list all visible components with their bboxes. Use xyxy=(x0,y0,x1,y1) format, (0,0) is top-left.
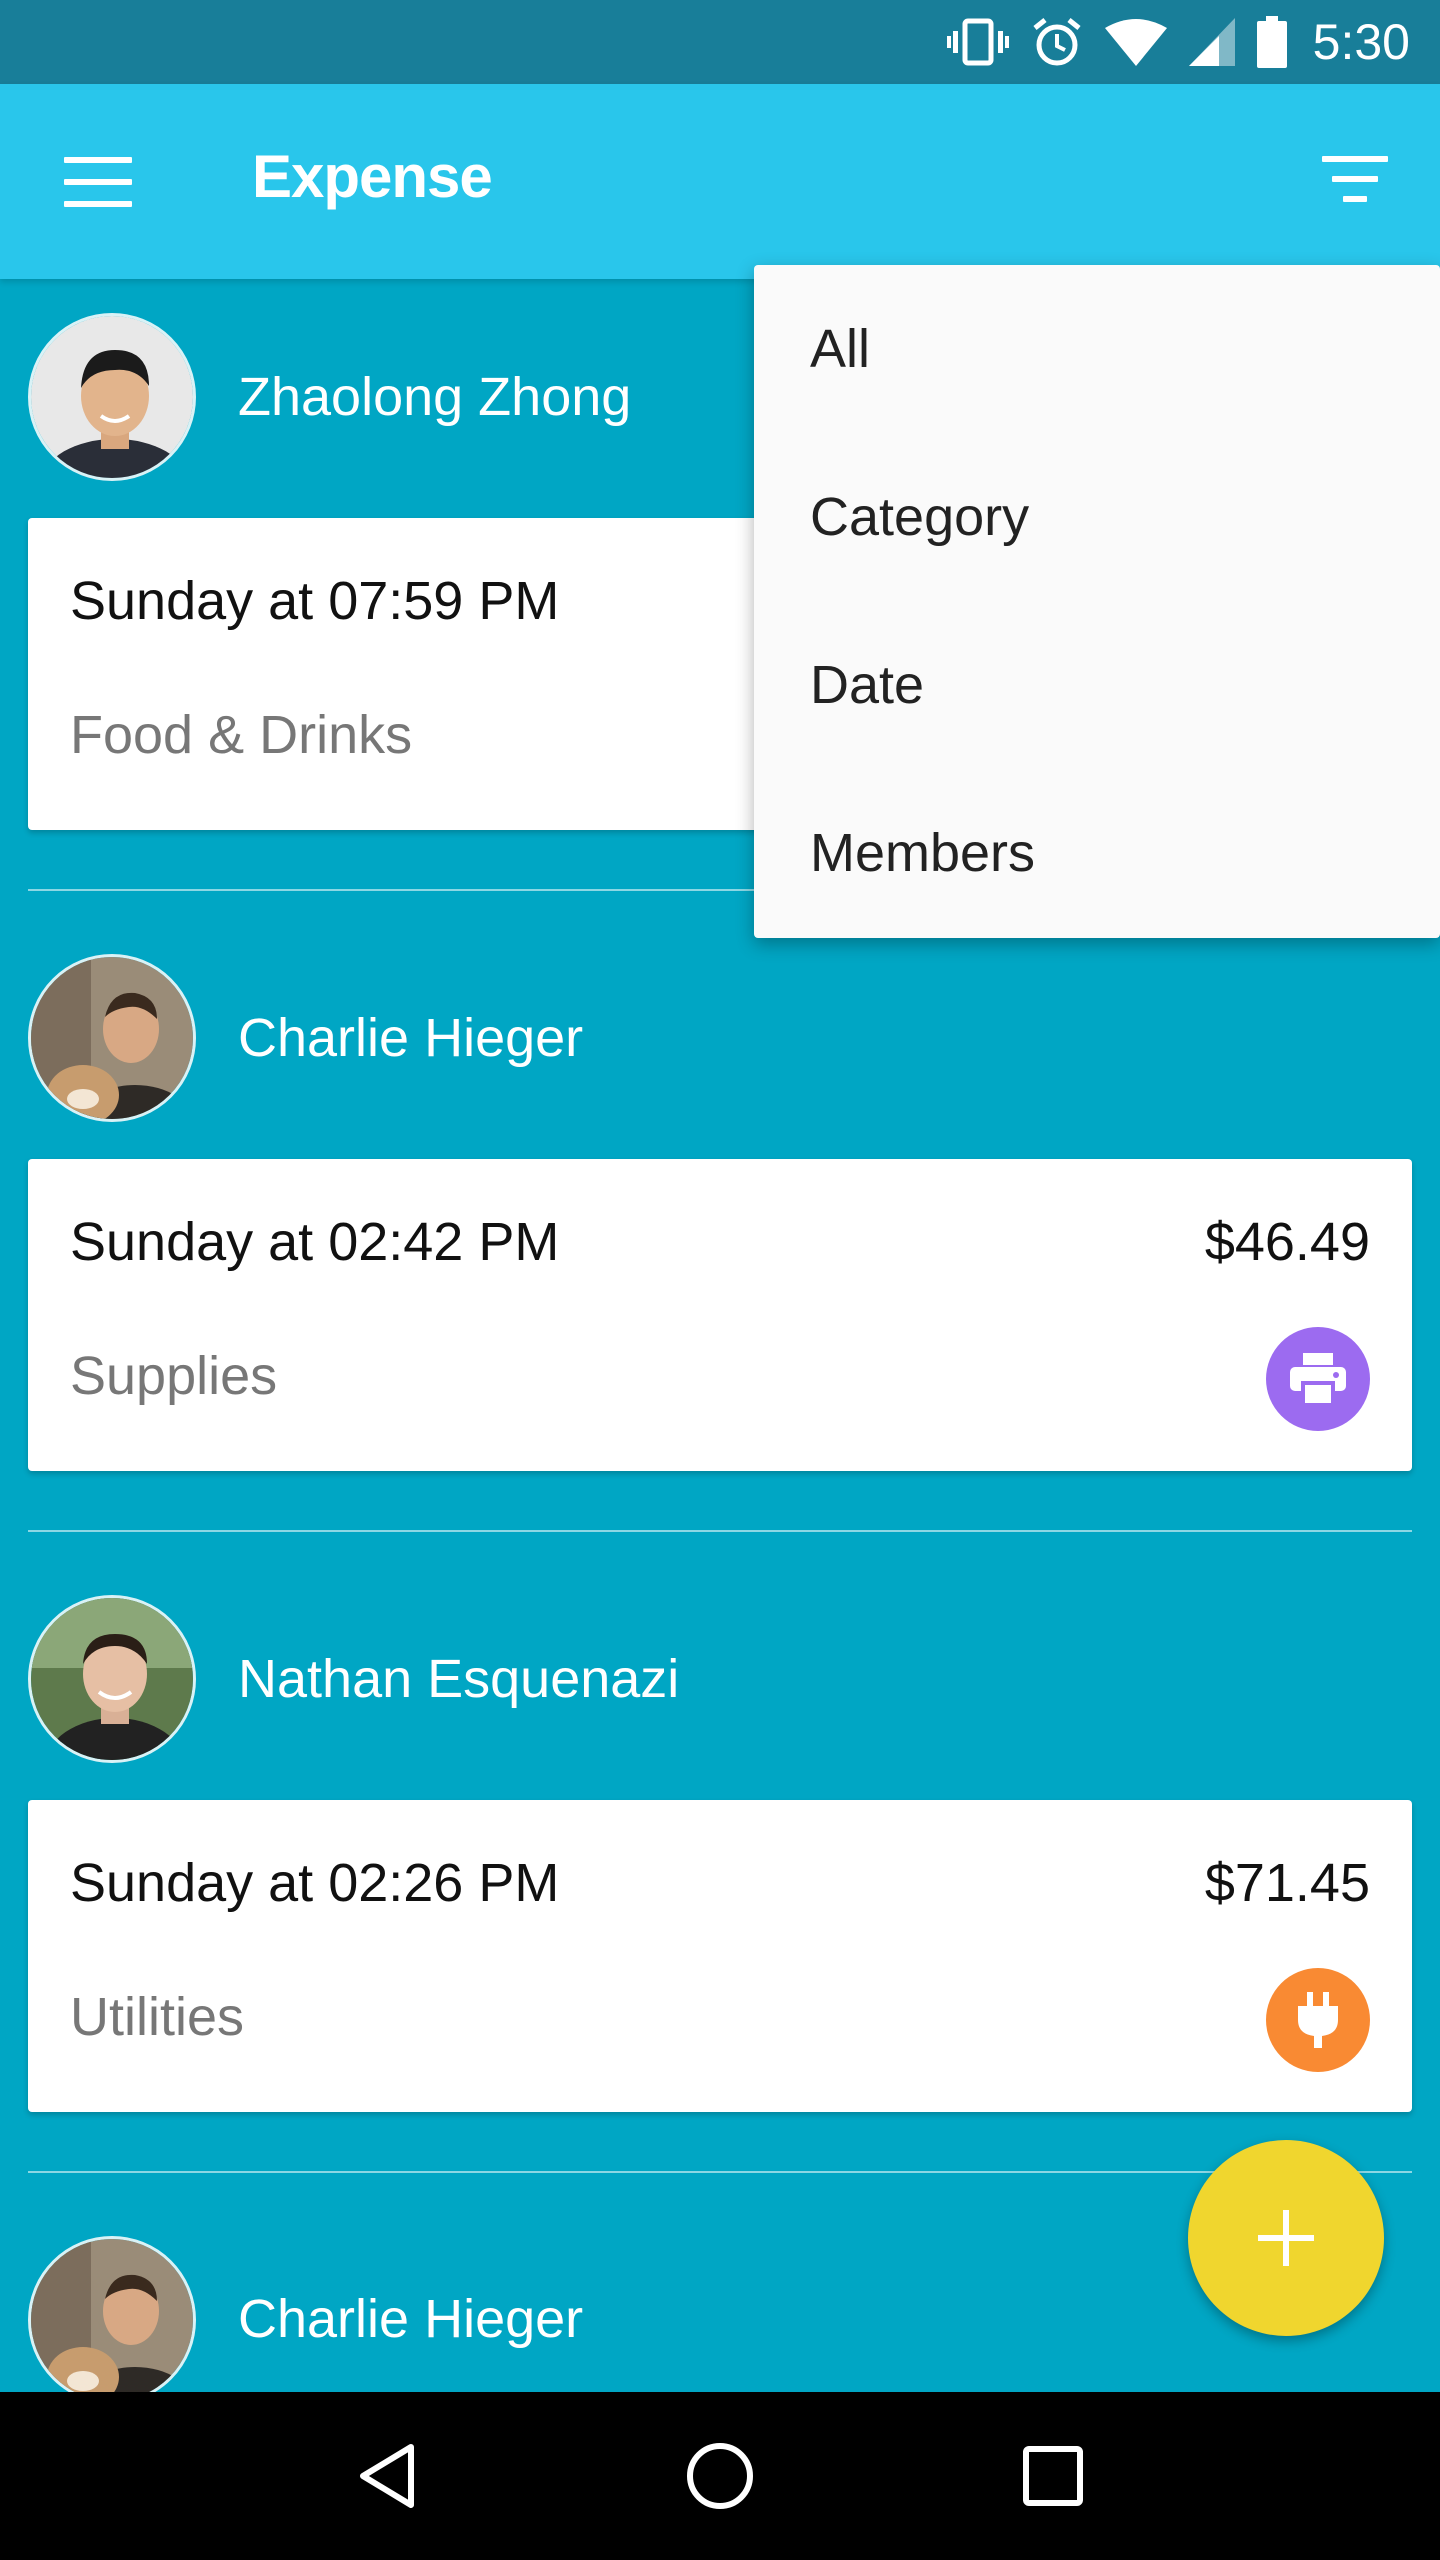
hamburger-menu-icon[interactable] xyxy=(64,157,132,207)
printer-icon xyxy=(1266,1327,1370,1431)
status-bar: 5:30 xyxy=(0,0,1440,84)
expense-category: Food & Drinks xyxy=(70,705,413,765)
avatar[interactable] xyxy=(28,313,196,481)
filter-icon[interactable] xyxy=(1322,156,1388,208)
battery-icon xyxy=(1256,16,1287,68)
entry-header: Zhaolong Zhong xyxy=(28,313,631,481)
expense-amount: $71.45 xyxy=(1204,1853,1370,1913)
expense-category: Supplies xyxy=(70,1346,278,1406)
home-icon[interactable] xyxy=(680,2436,760,2516)
page-title: Expense xyxy=(252,143,493,210)
filter-option-date[interactable]: Date xyxy=(754,601,1440,769)
plug-icon xyxy=(1266,1968,1370,2072)
expense-card[interactable]: Sunday at 02:42 PM $46.49 Supplies xyxy=(28,1159,1412,1471)
divider xyxy=(28,2171,1412,2173)
member-name: Zhaolong Zhong xyxy=(238,367,632,427)
status-time: 5:30 xyxy=(1312,14,1410,70)
plus-icon xyxy=(1258,2210,1314,2266)
entry-header: Charlie Hieger xyxy=(28,954,583,1122)
expense-time: Sunday at 02:42 PM xyxy=(70,1212,560,1272)
add-expense-button[interactable] xyxy=(1188,2140,1384,2336)
filter-option-members[interactable]: Members xyxy=(754,769,1440,937)
app-bar: Expense xyxy=(0,84,1440,279)
wifi-icon xyxy=(1104,18,1167,66)
expense-time: Sunday at 02:26 PM xyxy=(70,1853,560,1913)
avatar[interactable] xyxy=(28,1595,196,1763)
alarm-icon xyxy=(1031,16,1083,68)
filter-option-all[interactable]: All xyxy=(754,265,1440,433)
vibrate-icon xyxy=(946,17,1009,67)
expense-card[interactable]: Sunday at 02:26 PM $71.45 Utilities xyxy=(28,1800,1412,2112)
filter-option-category[interactable]: Category xyxy=(754,433,1440,601)
signal-icon xyxy=(1188,18,1235,66)
member-name: Charlie Hieger xyxy=(238,1008,584,1068)
avatar[interactable] xyxy=(28,954,196,1122)
divider xyxy=(28,1530,1412,1532)
expense-time: Sunday at 07:59 PM xyxy=(70,571,560,631)
back-icon[interactable] xyxy=(347,2436,427,2516)
member-name: Charlie Hieger xyxy=(238,2289,584,2349)
recents-icon[interactable] xyxy=(1013,2436,1093,2516)
entry-header: Charlie Hieger xyxy=(28,2236,583,2392)
member-name: Nathan Esquenazi xyxy=(238,1649,680,1709)
entry-header: Nathan Esquenazi xyxy=(28,1595,679,1763)
expense-amount: $46.49 xyxy=(1204,1212,1370,1272)
expense-category: Utilities xyxy=(70,1987,245,2047)
system-nav-bar xyxy=(0,2392,1440,2560)
avatar[interactable] xyxy=(28,2236,196,2392)
filter-dropdown-menu: All Category Date Members xyxy=(754,265,1440,938)
